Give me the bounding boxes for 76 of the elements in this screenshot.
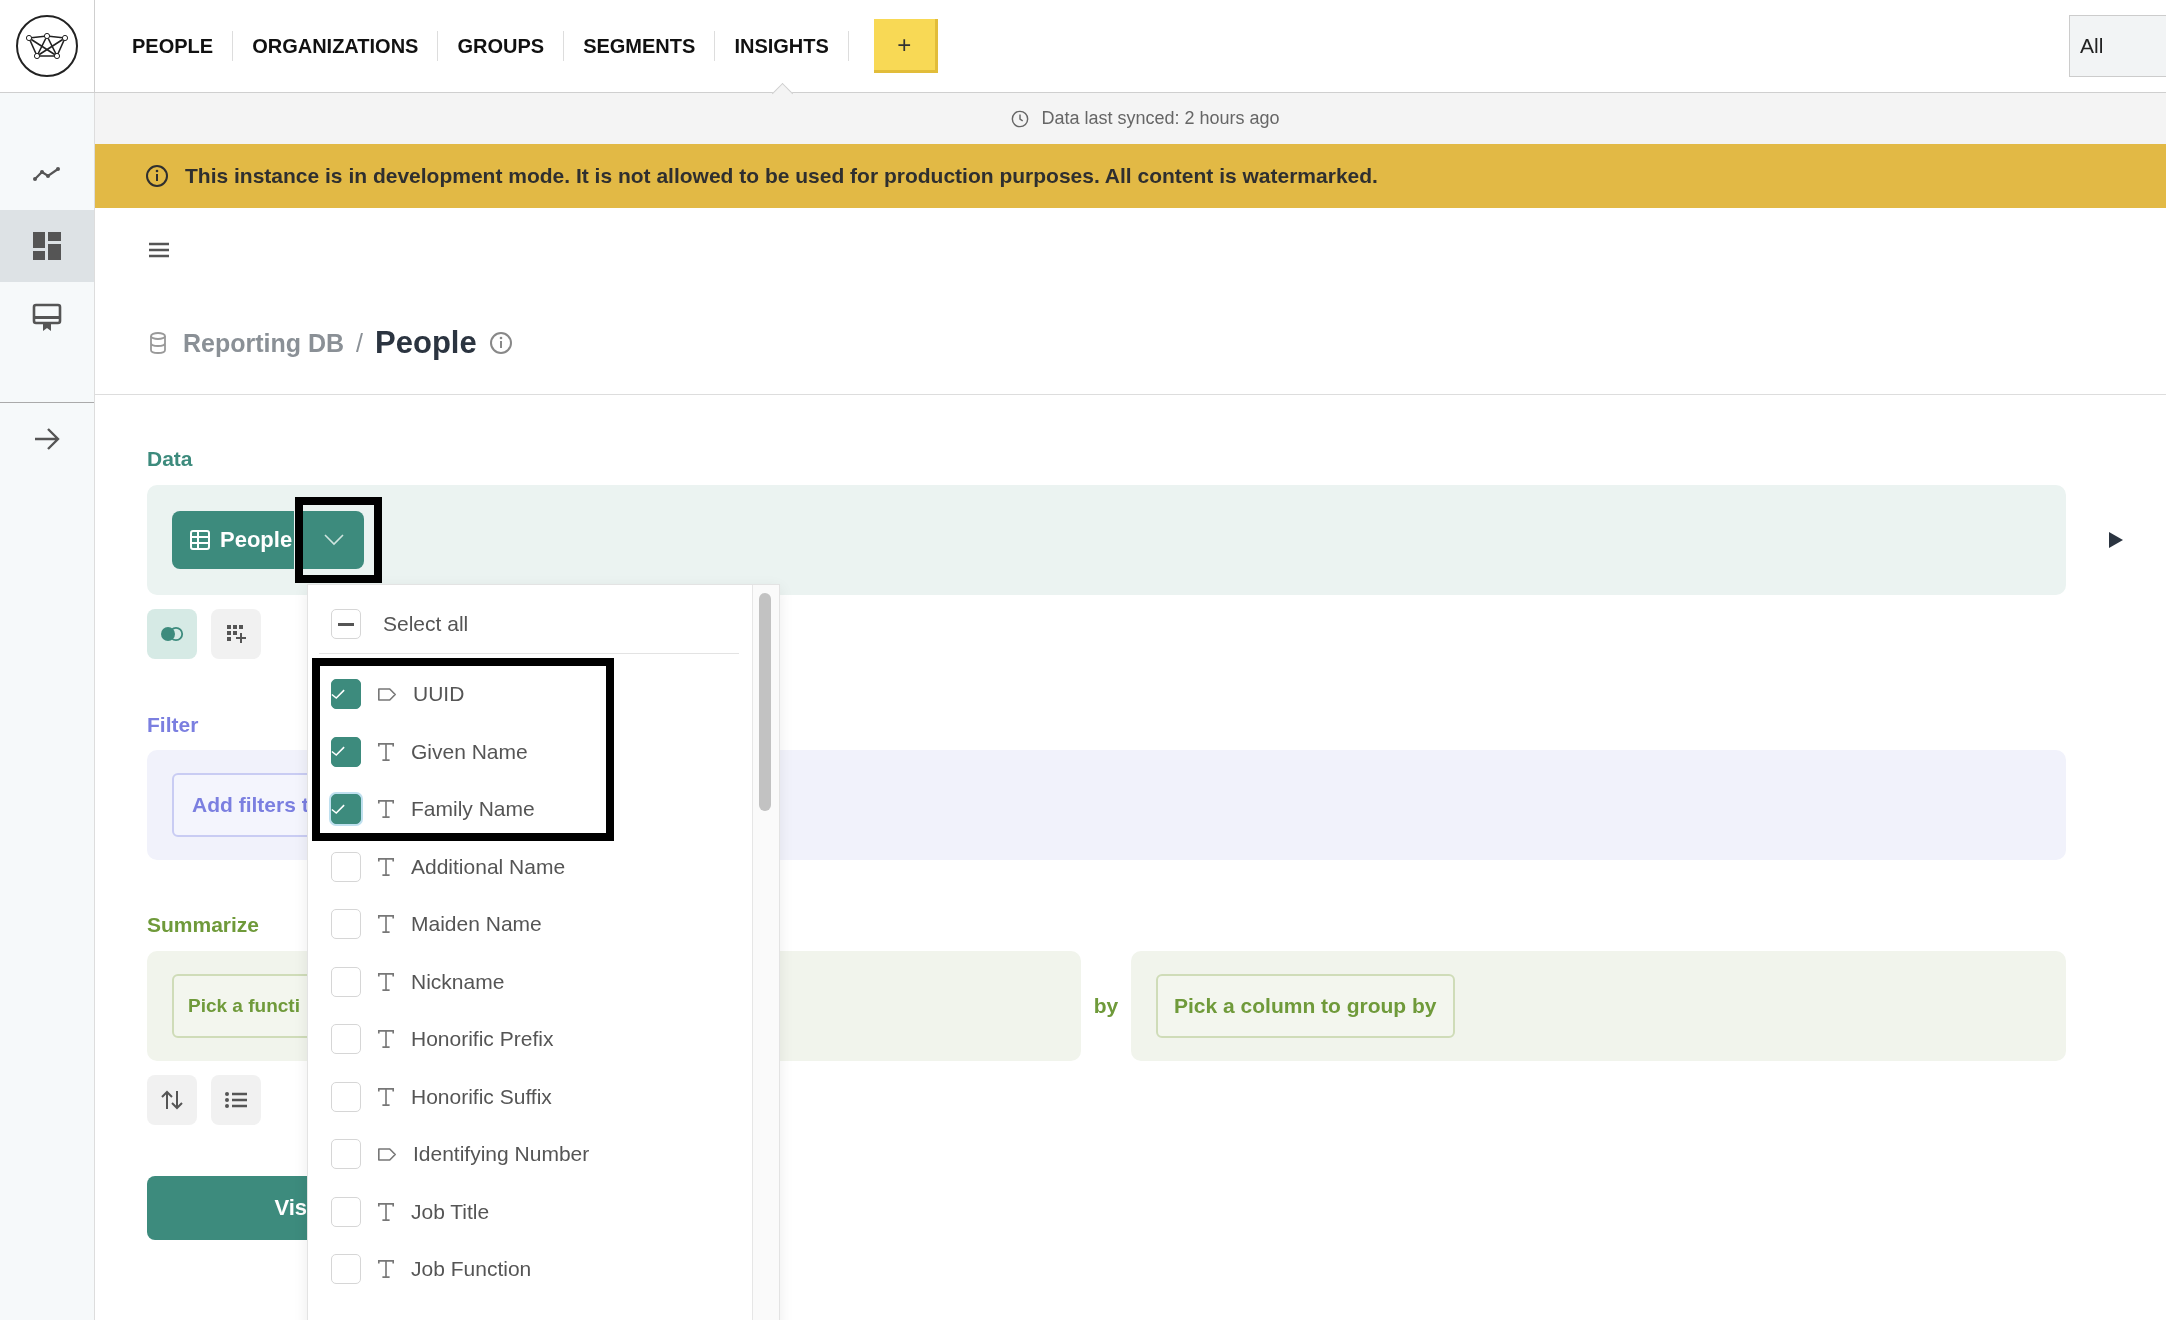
play-icon[interactable]: [2109, 532, 2123, 548]
scope-select[interactable]: All: [2069, 15, 2166, 77]
presentation-icon: [32, 303, 62, 333]
sort-button[interactable]: [147, 1075, 197, 1125]
nav-tab[interactable]: ORGANIZATIONS: [252, 0, 419, 92]
sidebar-item[interactable]: [0, 210, 94, 282]
database-icon: [149, 332, 167, 354]
text-type-icon: [377, 914, 395, 934]
info-icon[interactable]: [488, 331, 513, 355]
column-item[interactable]: Identifying Number: [308, 1131, 751, 1177]
column-label: Honorific Prefix: [411, 1027, 554, 1051]
grid-plus-icon: [226, 624, 246, 644]
nav-tab[interactable]: GROUPS: [457, 0, 545, 92]
checkbox[interactable]: [331, 679, 361, 709]
join-button[interactable]: [147, 609, 197, 659]
column-label: Maiden Name: [411, 912, 542, 936]
text-type-icon: [377, 1259, 395, 1279]
column-label: Nickname: [411, 969, 505, 994]
section-label: Filter: [147, 713, 199, 737]
column-item[interactable]: Job Function: [308, 1246, 751, 1292]
menu-icon[interactable]: [149, 242, 169, 258]
section-label: Summarize: [147, 913, 260, 937]
join-icon: [160, 626, 184, 642]
dashboard-icon: [33, 232, 61, 260]
check-icon: [331, 688, 345, 700]
scrollbar-thumb[interactable]: [759, 593, 771, 811]
text-type-icon: [377, 1086, 395, 1107]
select-all-label: Select all: [383, 612, 469, 636]
list-icon: [225, 1091, 247, 1109]
check-icon: [331, 803, 345, 815]
banner-text: This instance is in development mode. It is not allowed to be used for production purposes. All content is watermarked.: [185, 164, 1378, 188]
add-button[interactable]: +: [873, 19, 938, 73]
check-icon: [331, 746, 345, 757]
checkbox[interactable]: [331, 736, 361, 767]
breadcrumb-separator: /: [356, 328, 364, 358]
logo-icon[interactable]: [15, 14, 79, 78]
table-button[interactable]: People: [172, 511, 295, 569]
select-all-item[interactable]: Select all: [319, 595, 739, 654]
column-item[interactable]: Maiden Name: [308, 901, 751, 947]
by-label: by: [1092, 994, 1120, 1018]
text-type-icon: [377, 856, 395, 877]
clock-icon: [1011, 109, 1030, 128]
text-type-icon: [377, 741, 395, 762]
line-chart-icon: [33, 166, 61, 182]
expand-arrow-icon[interactable]: [33, 427, 61, 451]
column-label: Family Name: [411, 797, 535, 821]
info-icon: [145, 164, 169, 188]
sync-status: Data last synced: 2 hours ago: [1041, 108, 1280, 129]
tag-icon: [377, 687, 397, 701]
table-icon: [190, 530, 210, 550]
custom-column-button[interactable]: [211, 609, 261, 659]
sort-icon: [161, 1090, 183, 1110]
column-label: Given Name: [411, 739, 528, 764]
column-item[interactable]: Given Name: [308, 729, 751, 774]
column-label: Honorific Suffix: [411, 1084, 552, 1109]
column-label: UUID: [413, 682, 465, 706]
limit-button[interactable]: [211, 1075, 261, 1125]
column-label: Identifying Number: [413, 1142, 590, 1166]
column-item[interactable]: Additional Name: [308, 844, 751, 889]
column-label: Additional Name: [411, 854, 566, 879]
column-toggle-button[interactable]: [302, 511, 365, 569]
column-item[interactable]: Honorific Suffix: [308, 1074, 751, 1119]
text-type-icon: [377, 971, 395, 992]
section-label: Data: [147, 447, 193, 471]
column-item[interactable]: UUID: [308, 671, 751, 717]
nav-tab[interactable]: SEGMENTS: [583, 0, 696, 92]
column-label: Job Title: [411, 1199, 490, 1224]
nav-tab[interactable]: PEOPLE: [132, 0, 214, 92]
text-type-icon: [377, 1201, 395, 1222]
checkbox[interactable]: [331, 794, 361, 824]
page-title: People: [375, 325, 477, 361]
chevron-down-icon: [323, 534, 344, 546]
column-label: Job Function: [411, 1257, 532, 1281]
text-type-icon: [377, 799, 395, 819]
text-type-icon: [377, 1029, 395, 1049]
tag-icon: [377, 1147, 397, 1161]
